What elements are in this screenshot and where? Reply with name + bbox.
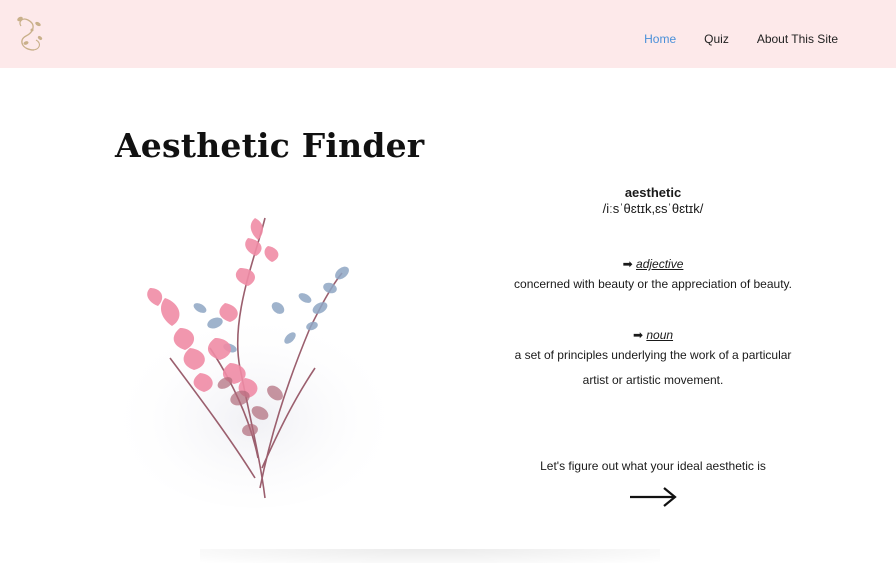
floral-logo-icon[interactable]: [12, 10, 48, 56]
flower-bouquet-image: [105, 217, 405, 508]
nav-about-link[interactable]: About This Site: [757, 32, 838, 46]
noun-heading: ➡ noun: [503, 327, 803, 343]
right-arrow-icon[interactable]: [628, 485, 678, 509]
pointer-icon: ➡: [632, 328, 643, 342]
pointer-icon: ➡: [622, 257, 633, 271]
nav-quiz-link[interactable]: Quiz: [704, 32, 729, 46]
noun-meaning: a set of principles underlying the work …: [514, 348, 792, 387]
adjective-meaning: concerned with beauty or the appreciatio…: [514, 277, 792, 291]
definition-phonetic: /iːsˈθɛtɪk,ɛsˈθɛtɪk/: [602, 201, 704, 216]
definition-word: aesthetic: [624, 185, 682, 200]
main-nav: Home Quiz About This Site: [644, 32, 838, 46]
definition-panel: aesthetic /iːsˈθɛtɪk,ɛsˈθɛtɪk/ ➡ adjecti…: [503, 184, 803, 393]
noun-label: noun: [646, 328, 674, 342]
adjective-label: adjective: [636, 257, 684, 271]
cta-text: Let's figure out what your ideal aesthet…: [540, 459, 766, 473]
site-header: Home Quiz About This Site: [0, 0, 896, 68]
section-divider-shadow: [200, 549, 660, 563]
nav-home-link[interactable]: Home: [644, 32, 676, 46]
adjective-heading: ➡ adjective: [503, 256, 803, 272]
page-title: Aesthetic Finder: [115, 126, 425, 165]
